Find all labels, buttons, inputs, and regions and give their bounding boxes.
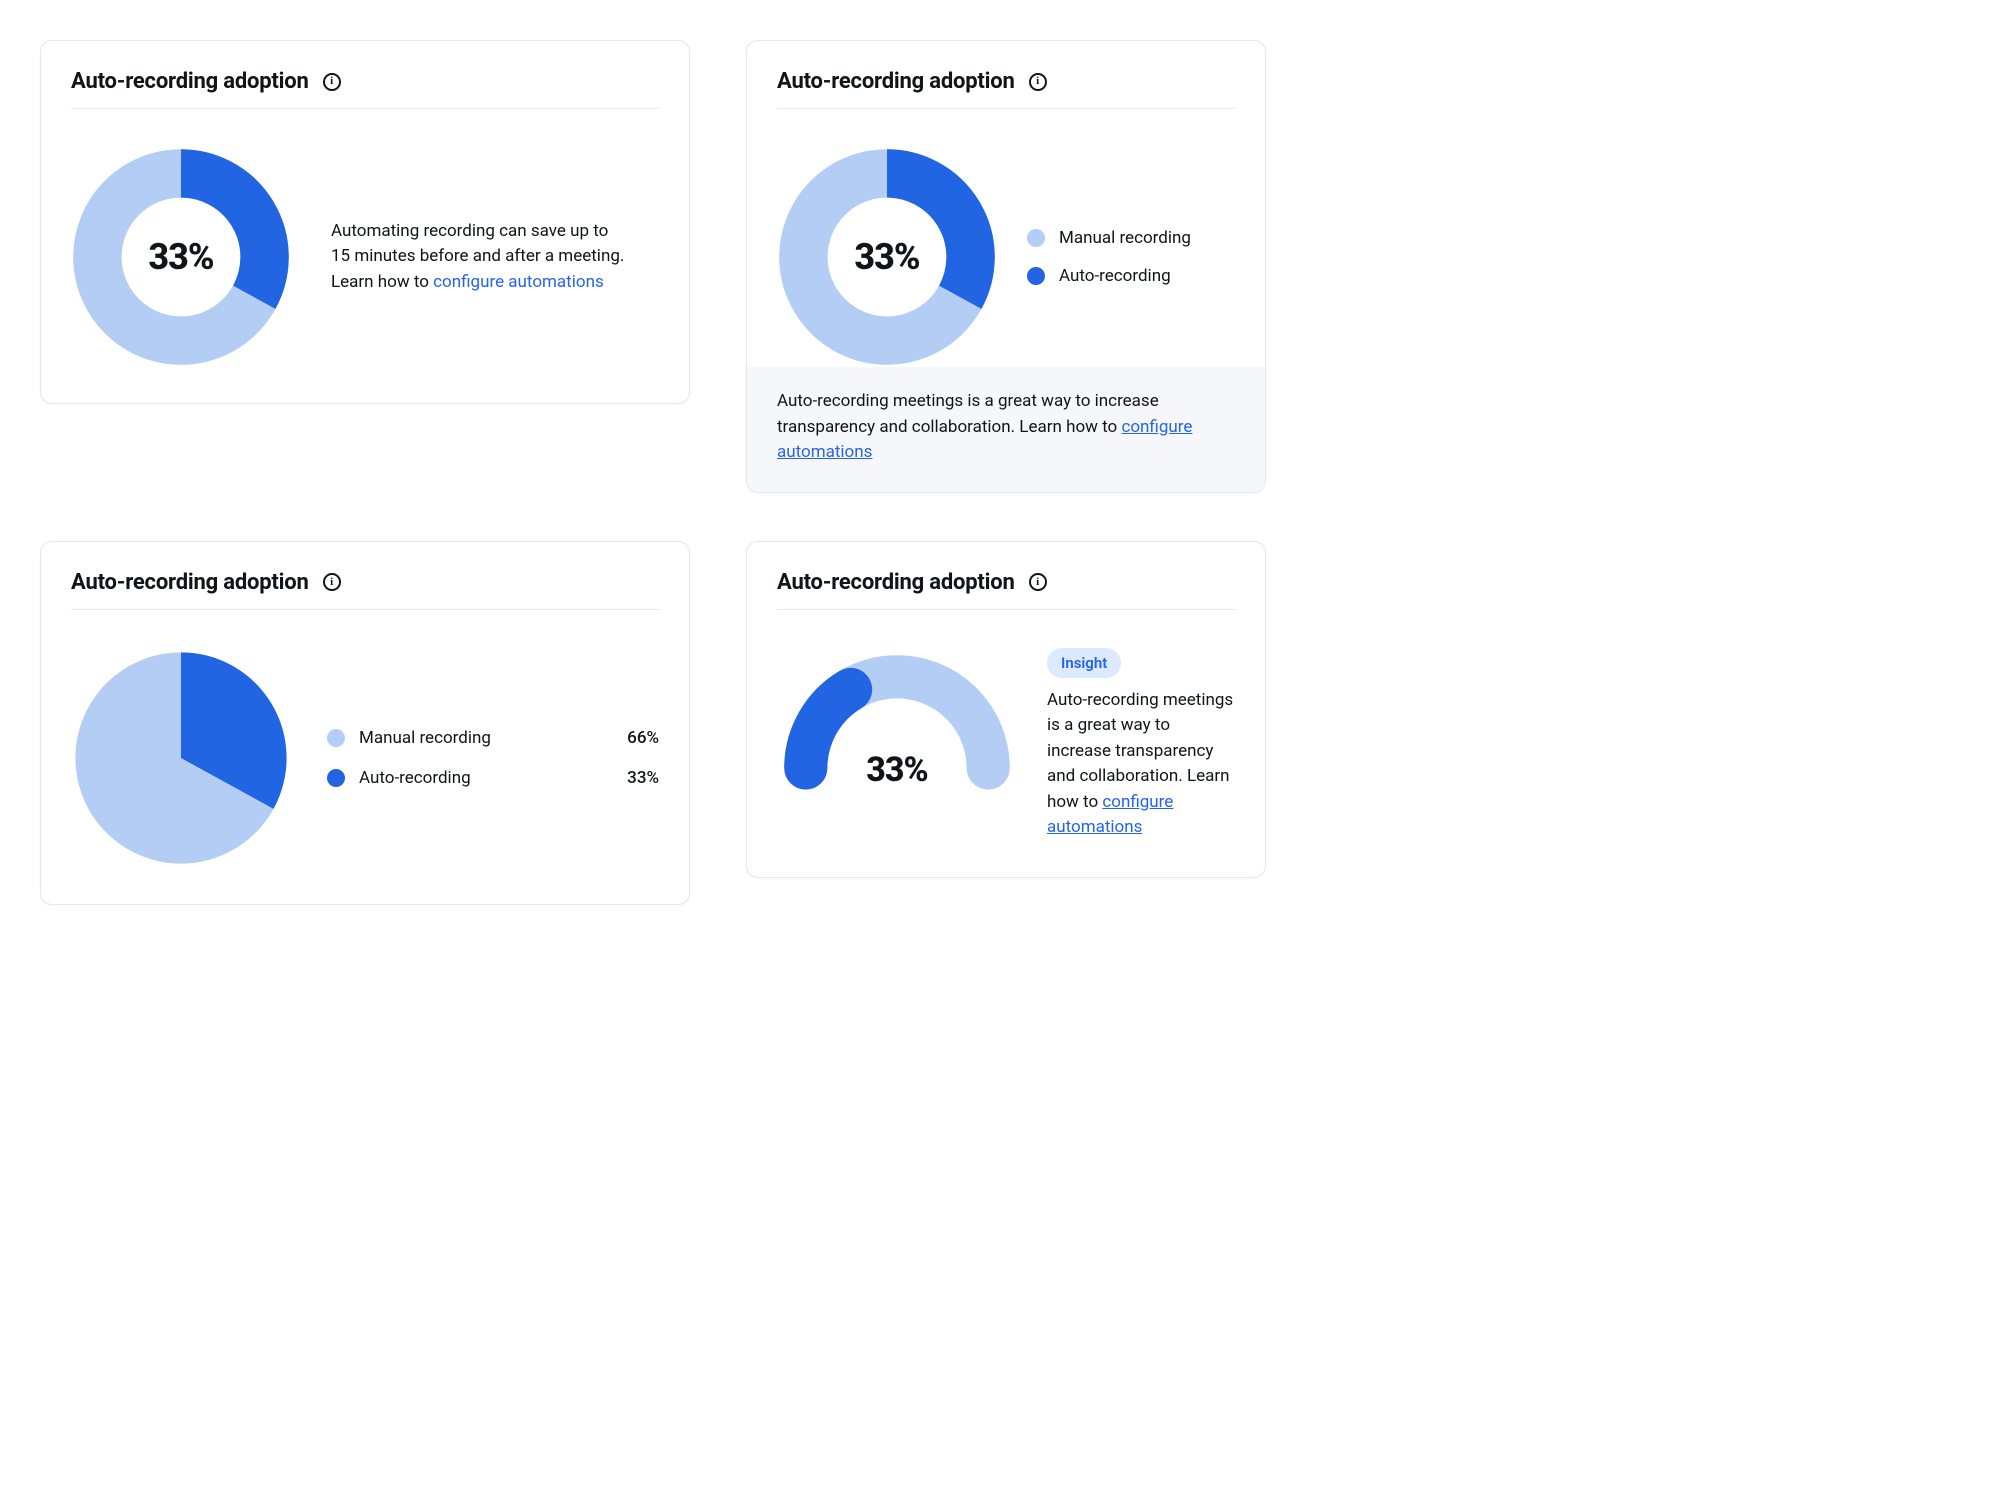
- legend-label: Auto-recording: [1059, 266, 1171, 286]
- chart-legend: Manual recording 66% Auto-recording 33%: [327, 728, 659, 788]
- card-auto-recording-adoption-3: Auto-recording adoption i Manual recordi…: [40, 541, 690, 905]
- legend-swatch-icon: [1027, 229, 1045, 247]
- configure-automations-link[interactable]: configure automations: [433, 272, 604, 292]
- info-icon[interactable]: i: [1029, 73, 1047, 91]
- legend-item-auto: Auto-recording: [1027, 266, 1191, 286]
- chart-legend: Manual recording Auto-recording: [1027, 228, 1191, 286]
- insight-panel: Insight Auto-recording meetings is a gre…: [1047, 648, 1235, 841]
- info-icon[interactable]: i: [323, 73, 341, 91]
- pie-chart: [71, 648, 291, 868]
- legend-row-manual: Manual recording 66%: [327, 728, 659, 748]
- card-title: Auto-recording adoption: [777, 570, 1015, 595]
- gauge-center-label: 33%: [866, 750, 927, 790]
- legend-row-auto: Auto-recording 33%: [327, 768, 659, 788]
- card-title: Auto-recording adoption: [71, 570, 309, 595]
- legend-swatch-icon: [327, 729, 345, 747]
- legend-value: 33%: [599, 768, 659, 788]
- chart-description: Automating recording can save up to 15 m…: [331, 219, 631, 296]
- card-auto-recording-adoption-4: Auto-recording adoption i 33% Insight: [746, 541, 1266, 878]
- donut-chart: 33%: [71, 147, 291, 367]
- donut-center-label: 33%: [148, 236, 213, 278]
- card-footer-tip: Auto-recording meetings is a great way t…: [747, 367, 1265, 492]
- insight-badge: Insight: [1047, 648, 1121, 678]
- card-title: Auto-recording adoption: [777, 69, 1015, 94]
- legend-label: Manual recording: [359, 728, 585, 748]
- card-auto-recording-adoption-1: Auto-recording adoption i 33% Automating…: [40, 40, 690, 404]
- legend-item-manual: Manual recording: [1027, 228, 1191, 248]
- card-title: Auto-recording adoption: [71, 69, 309, 94]
- donut-center-label: 33%: [854, 236, 919, 278]
- legend-value: 66%: [599, 728, 659, 748]
- card-auto-recording-adoption-2: Auto-recording adoption i 33% Manual rec…: [746, 40, 1266, 493]
- legend-label: Manual recording: [1059, 228, 1191, 248]
- info-icon[interactable]: i: [1029, 573, 1047, 591]
- info-icon[interactable]: i: [323, 573, 341, 591]
- legend-swatch-icon: [327, 769, 345, 787]
- gauge-chart: 33%: [777, 648, 1017, 798]
- legend-swatch-icon: [1027, 267, 1045, 285]
- donut-chart: 33%: [777, 147, 997, 367]
- insight-text: Auto-recording meetings is a great way t…: [1047, 688, 1235, 841]
- legend-label: Auto-recording: [359, 768, 585, 788]
